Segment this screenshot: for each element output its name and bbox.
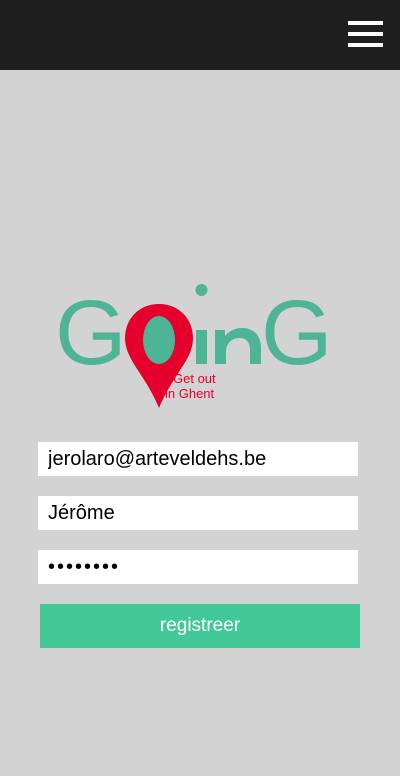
menu-bar-top bbox=[348, 21, 383, 25]
password-field[interactable] bbox=[38, 550, 358, 584]
logo-tagline-line2: in Ghent bbox=[165, 386, 215, 401]
menu-bar-middle bbox=[348, 32, 383, 36]
top-navigation-bar bbox=[0, 0, 400, 70]
register-button[interactable]: registreer bbox=[40, 604, 360, 648]
email-field[interactable] bbox=[38, 442, 358, 476]
hamburger-menu-icon[interactable] bbox=[348, 21, 383, 48]
name-field[interactable] bbox=[38, 496, 358, 530]
logo-letter-g-2: G bbox=[261, 282, 333, 384]
logo-letter-i-stem bbox=[196, 330, 207, 364]
logo-letter-g: G bbox=[55, 282, 127, 384]
going-logo: G G Get out in Ghent bbox=[55, 280, 345, 410]
logo-tagline-line1: Get out bbox=[173, 371, 216, 386]
menu-bar-bottom bbox=[348, 43, 383, 47]
logo-letter-n bbox=[215, 328, 261, 364]
logo-letter-i-dot bbox=[195, 284, 208, 296]
